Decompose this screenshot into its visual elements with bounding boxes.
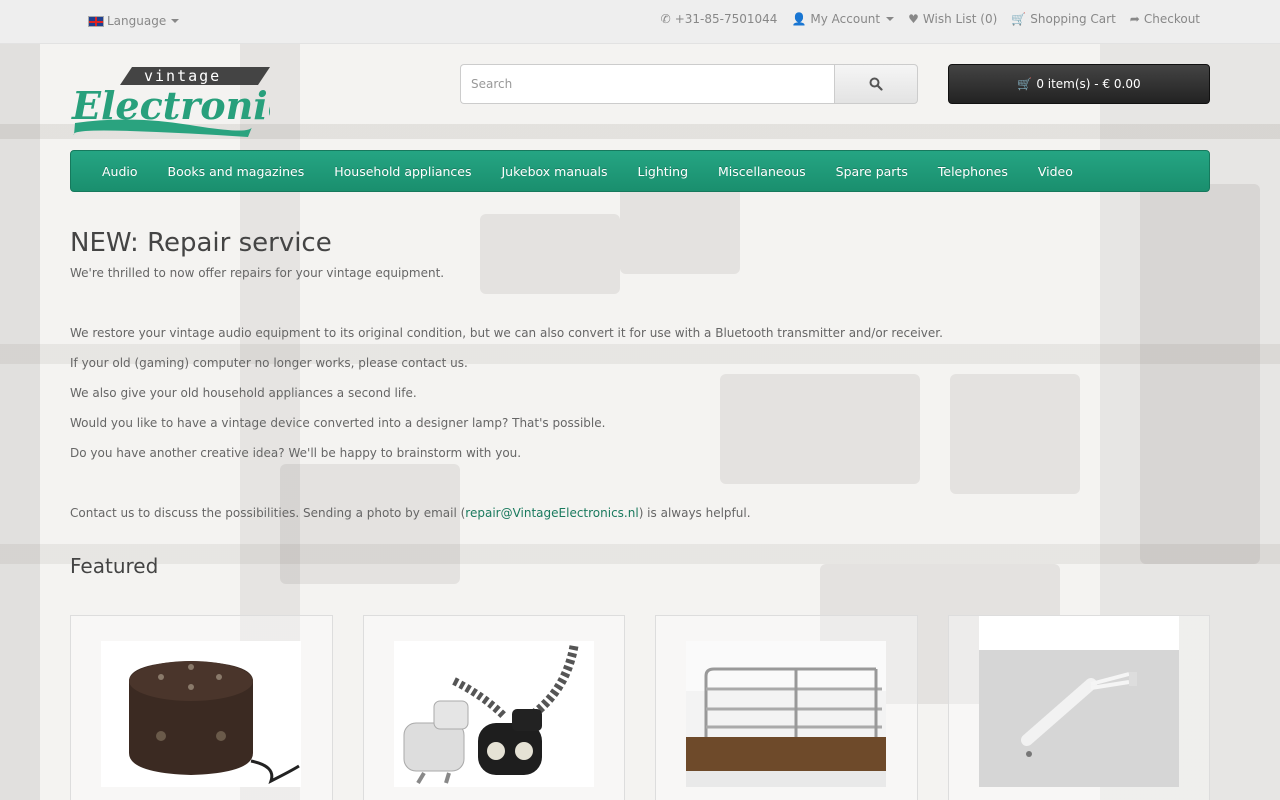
product-image[interactable] [101,641,301,787]
phone-number: +31-85-7501044 [674,12,778,26]
menu-item-spare-parts[interactable]: Spare parts [821,164,923,179]
menu-item-books-and-magazines[interactable]: Books and magazines [153,164,320,179]
my-account-label: My Account [810,12,881,26]
paragraph-line: We also give your old household applianc… [70,386,417,400]
search-icon [869,77,883,91]
menu-item-telephones[interactable]: Telephones [923,164,1023,179]
contact-text-before: Contact us to discuss the possibilities.… [70,506,466,520]
flag-uk-icon [88,15,104,27]
menu-item-miscellaneous[interactable]: Miscellaneous [703,164,821,179]
language-dropdown[interactable]: Language [88,14,180,28]
category-menu: Audio Books and magazines Household appl… [70,150,1210,192]
featured-products [70,615,1210,800]
menu-item-household-appliances[interactable]: Household appliances [319,164,486,179]
paragraph-line: Would you like to have a vintage device … [70,416,606,430]
caret-down-icon [886,17,895,21]
phone-icon: ✆ [660,12,671,26]
main-content: NEW: Repair service We're thrilled to no… [70,228,1210,578]
user-icon: 👤 [791,12,807,26]
site-logo[interactable]: vintage Electronics [70,63,312,139]
contact-text: Contact us to discuss the possibilities.… [70,504,1210,534]
wish-list-label: Wish List (0) [922,12,998,26]
shopping-cart-link[interactable]: 🛒 Shopping Cart [1011,12,1116,26]
featured-heading: Featured [70,554,159,578]
search-bar [460,64,918,104]
shopping-cart-label: Shopping Cart [1030,12,1116,26]
contact-text-after: ) is always helpful. [638,506,751,520]
product-image[interactable] [393,641,594,787]
page-title: NEW: Repair service [70,228,332,258]
cart-icon: 🛒 [1011,12,1027,26]
cart-button[interactable]: 🛒 0 item(s) - € 0.00 [948,64,1210,104]
product-card[interactable] [70,615,333,800]
product-card[interactable] [362,615,625,800]
menu-item-video[interactable]: Video [1023,164,1088,179]
phone-link[interactable]: ✆ +31-85-7501044 [661,12,778,26]
paragraph-line: Do you have another creative idea? We'll… [70,446,522,460]
language-label: Language [107,14,167,28]
menu-item-audio[interactable]: Audio [87,164,153,179]
product-image[interactable] [978,616,1179,787]
product-card[interactable] [947,615,1210,800]
top-links: ✆ +31-85-7501044 👤 My Account ♥ Wish Lis… [661,12,1200,26]
product-card[interactable] [655,615,918,800]
menu-item-lighting[interactable]: Lighting [622,164,703,179]
search-button[interactable] [834,64,918,104]
header: vintage Electronics 🛒 0 item(s) - € 0.00 [0,44,1280,150]
email-link[interactable]: repair@VintageElectronics.nl [465,506,638,520]
my-account-dropdown[interactable]: 👤 My Account [791,12,895,26]
product-image[interactable] [686,641,886,787]
paragraph-line: We restore your vintage audio equipment … [70,326,943,340]
logo-electronics-text: Electronics [71,83,270,128]
paragraph-line: If your old (gaming) computer no longer … [70,356,468,370]
menu-item-jukebox-manuals[interactable]: Jukebox manuals [486,164,622,179]
cart-summary: 0 item(s) - € 0.00 [1036,77,1141,91]
heart-icon: ♥ [908,12,919,26]
share-icon: ➦ [1129,12,1140,26]
search-input[interactable] [460,64,834,104]
caret-down-icon [171,19,180,23]
cart-icon: 🛒 [1017,77,1033,91]
wish-list-link[interactable]: ♥ Wish List (0) [908,12,997,26]
intro-text: We're thrilled to now offer repairs for … [70,266,445,280]
checkout-label: Checkout [1143,12,1200,26]
checkout-link[interactable]: ➦ Checkout [1130,12,1200,26]
top-bar: Language ✆ +31-85-7501044 👤 My Account ♥… [0,0,1280,44]
